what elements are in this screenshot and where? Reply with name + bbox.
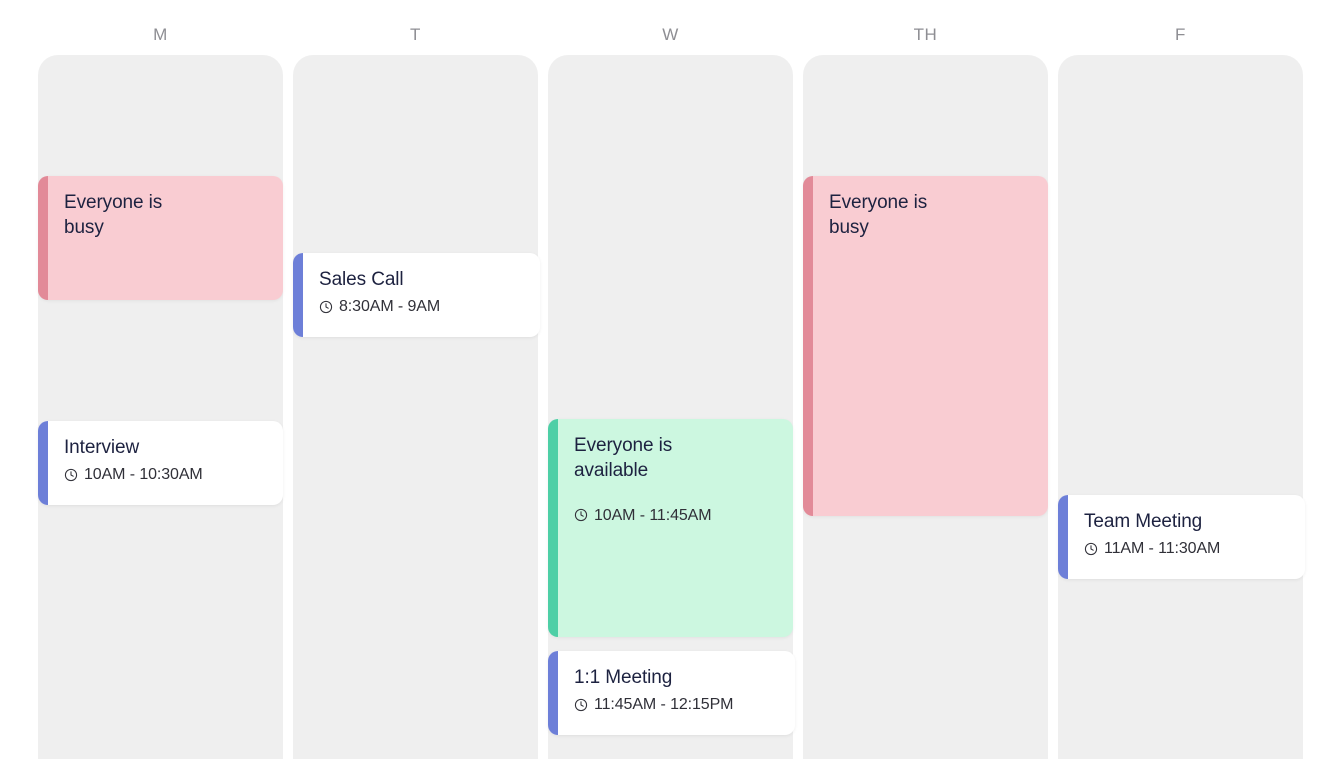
- day-column-friday[interactable]: [1058, 55, 1303, 759]
- event-time-row: 11AM - 11:30AM: [1084, 539, 1291, 558]
- event-accent-bar-busy: [38, 176, 48, 300]
- day-header-label: TH: [913, 25, 938, 44]
- event-card-busy-0[interactable]: Everyone is busy: [38, 176, 283, 300]
- event-time-label: 11AM - 11:30AM: [1104, 540, 1221, 558]
- event-accent-bar-busy: [803, 176, 813, 516]
- event-title: Everyone is busy: [64, 192, 163, 239]
- event-body: 1:1 Meeting 11:45AM - 12:15PM: [558, 651, 795, 735]
- event-time-row: 10AM - 11:45AM: [574, 506, 779, 525]
- day-header-monday: M: [38, 24, 283, 46]
- clock-icon: [64, 468, 78, 482]
- event-accent-bar-meeting: [1058, 495, 1068, 579]
- clock-icon: [574, 698, 588, 712]
- day-header-label: T: [410, 25, 421, 44]
- event-title: Interview: [64, 437, 140, 458]
- event-accent-bar-available: [548, 419, 558, 637]
- event-body: Everyone is busy: [813, 176, 1048, 516]
- clock-icon: [1084, 542, 1098, 556]
- event-time-label: 11:45AM - 12:15PM: [594, 696, 734, 714]
- event-time-row: 8:30AM - 9AM: [319, 297, 526, 316]
- event-title: Everyone is available: [574, 435, 673, 482]
- day-header-friday: F: [1058, 24, 1303, 46]
- day-header-wednesday: W: [548, 24, 793, 46]
- day-column-tuesday[interactable]: [293, 55, 538, 759]
- event-card-meeting-4[interactable]: 1:1 Meeting 11:45AM - 12:15PM: [548, 651, 795, 735]
- event-body: Interview 10AM - 10:30AM: [48, 421, 283, 505]
- event-card-meeting-6[interactable]: Team Meeting 11AM - 11:30AM: [1058, 495, 1305, 579]
- clock-icon: [319, 300, 333, 314]
- event-time-label: 10AM - 10:30AM: [84, 466, 203, 484]
- event-body: Sales Call 8:30AM - 9AM: [303, 253, 540, 337]
- event-accent-bar-meeting: [293, 253, 303, 337]
- event-time-label: 8:30AM - 9AM: [339, 298, 441, 316]
- event-card-busy-5[interactable]: Everyone is busy: [803, 176, 1048, 516]
- week-calendar: M T W TH F Everyone is busy Interview 10…: [0, 0, 1338, 759]
- event-body: Everyone is busy: [48, 176, 283, 300]
- event-card-available-3[interactable]: Everyone is available 10AM - 11:45AM: [548, 419, 793, 637]
- event-time-row: 11:45AM - 12:15PM: [574, 695, 781, 714]
- event-accent-bar-meeting: [38, 421, 48, 505]
- event-body: Team Meeting 11AM - 11:30AM: [1068, 495, 1305, 579]
- event-accent-bar-meeting: [548, 651, 558, 735]
- event-card-meeting-2[interactable]: Sales Call 8:30AM - 9AM: [293, 253, 540, 337]
- event-time-label: 10AM - 11:45AM: [594, 506, 712, 524]
- event-title: Team Meeting: [1084, 511, 1203, 532]
- day-header-thursday: TH: [803, 24, 1048, 46]
- event-title: Sales Call: [319, 269, 404, 290]
- event-time-row: 10AM - 10:30AM: [64, 465, 269, 484]
- day-header-label: F: [1175, 25, 1186, 44]
- day-column-monday[interactable]: [38, 55, 283, 759]
- event-body: Everyone is available 10AM - 11:45AM: [558, 419, 793, 637]
- event-title: Everyone is busy: [829, 192, 928, 239]
- event-card-meeting-1[interactable]: Interview 10AM - 10:30AM: [38, 421, 283, 505]
- day-header-label: W: [662, 25, 679, 44]
- event-title: 1:1 Meeting: [574, 667, 673, 688]
- day-header-tuesday: T: [293, 24, 538, 46]
- day-header-label: M: [153, 25, 168, 44]
- clock-icon: [574, 508, 588, 522]
